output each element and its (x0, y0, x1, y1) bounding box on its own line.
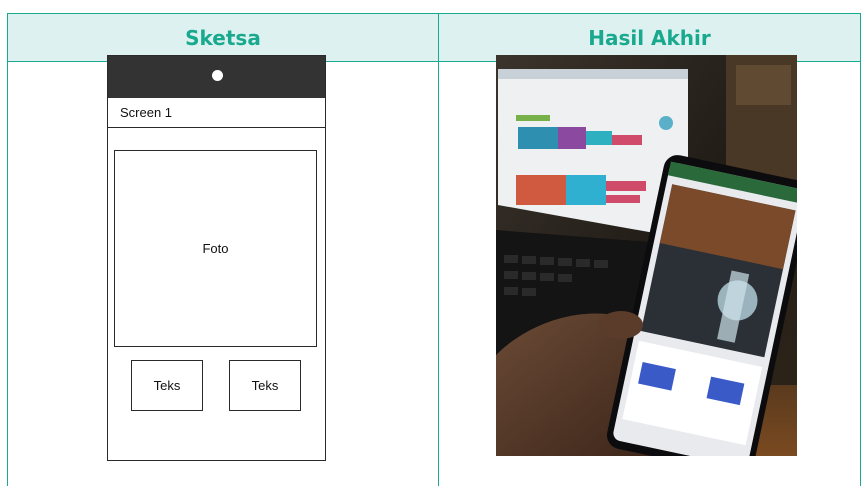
sketch-screen-title: Screen 1 (108, 98, 325, 128)
camera-dot-icon (212, 70, 223, 81)
sketch-photo-area: Foto (114, 150, 317, 347)
sketch-photo-label: Foto (202, 241, 229, 256)
header-sketsa: Sketsa (185, 25, 261, 50)
sketch-text-box-2: Teks (229, 360, 301, 411)
column-divider (438, 14, 439, 486)
sketch-text-box-1: Teks (131, 360, 203, 411)
sketch-text-label-1: Teks (153, 378, 181, 393)
sketch-status-bar (108, 56, 325, 98)
header-hasil-akhir: Hasil Akhir (588, 25, 711, 50)
final-result-photo (496, 55, 797, 456)
sketch-wireframe: Screen 1 Foto Teks Teks (107, 55, 326, 461)
sketch-text-label-2: Teks (251, 378, 279, 393)
phone-photo-illustration (496, 55, 797, 456)
